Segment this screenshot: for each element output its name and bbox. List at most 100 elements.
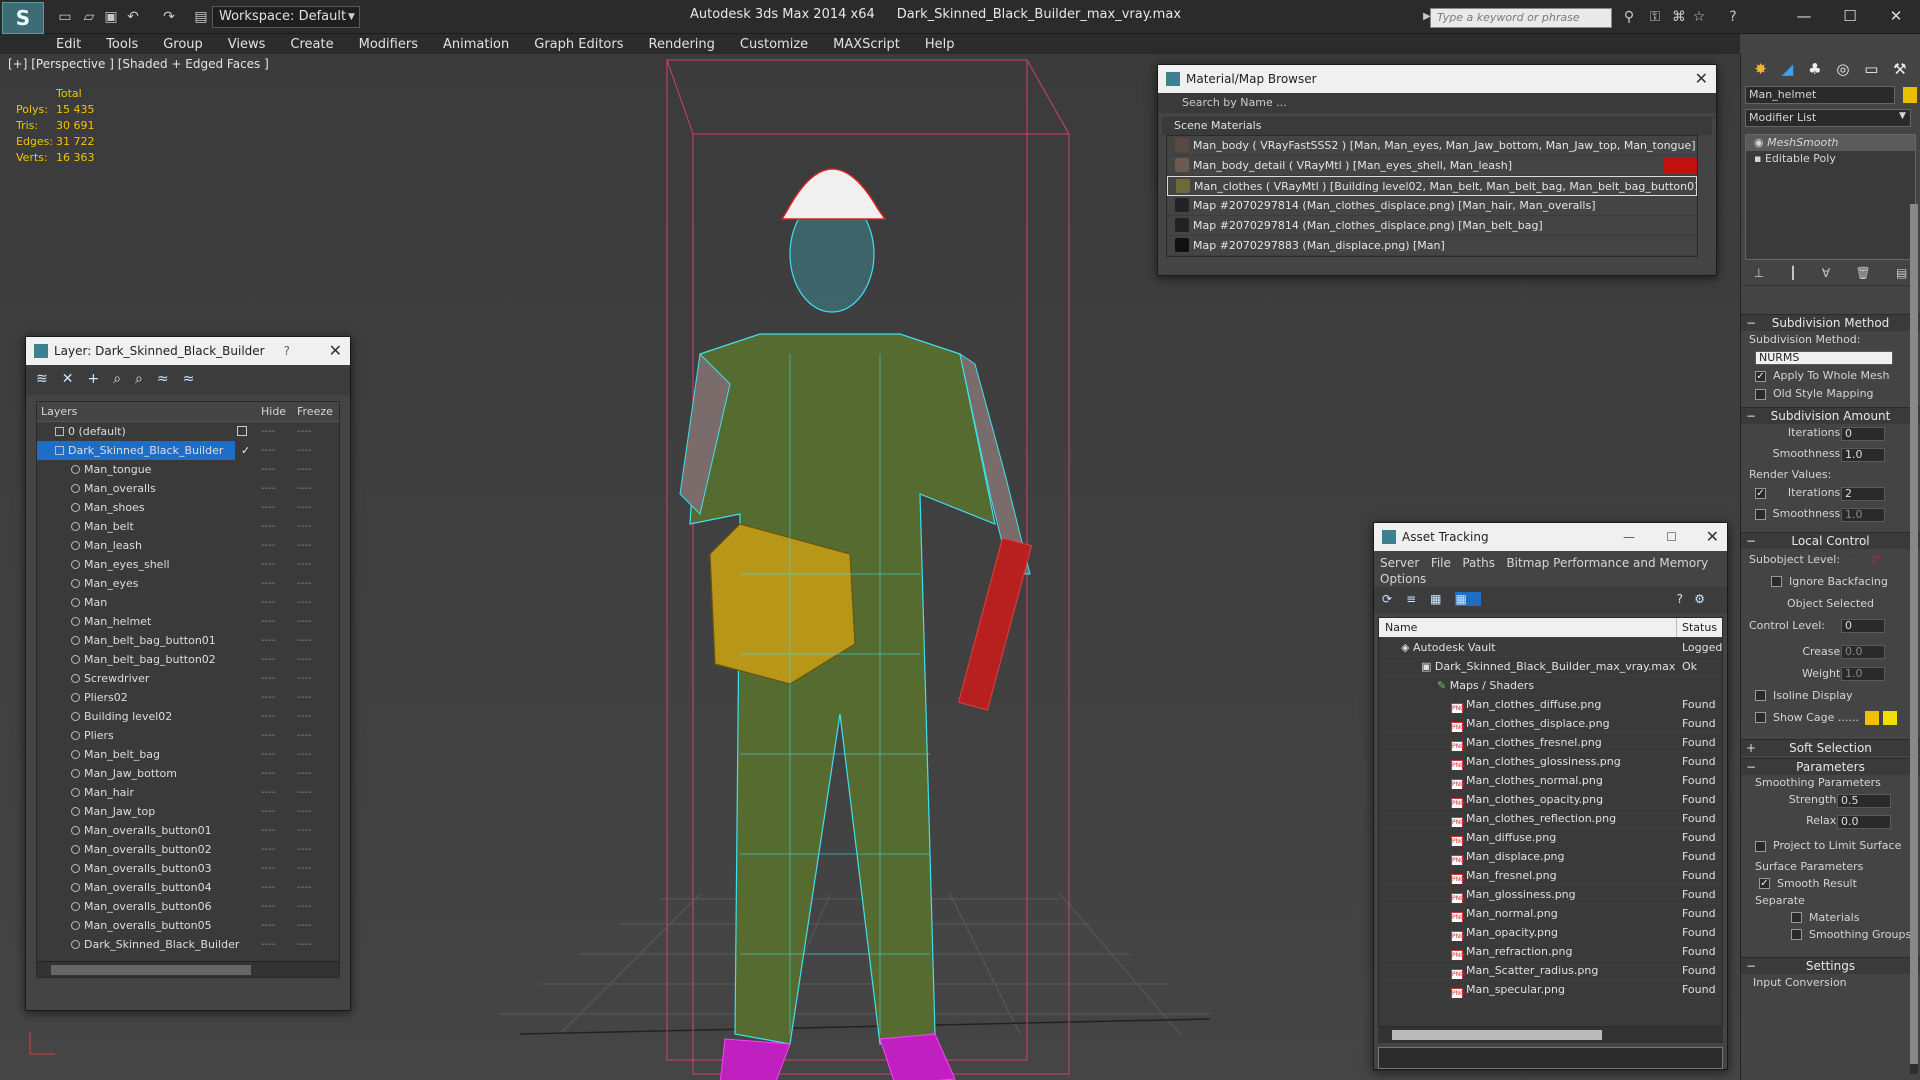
menu-bitmap-performance[interactable]: Bitmap Performance and Memory: [1506, 556, 1708, 570]
horizontal-scrollbar[interactable]: [37, 961, 339, 977]
hide-toggle[interactable]: ----: [261, 726, 275, 745]
table-row[interactable]: PNGMan_displace.png Found: [1379, 847, 1722, 866]
modifier-item[interactable]: ◉ MeshSmooth: [1746, 135, 1915, 151]
hide-toggle[interactable]: ----: [261, 745, 275, 764]
hide-toggle[interactable]: ----: [261, 669, 275, 688]
select-in-layer-icon[interactable]: ⌕: [113, 371, 135, 387]
refresh-icon[interactable]: ⟳: [1382, 592, 1406, 606]
chevron-down-icon[interactable]: ▼: [1899, 111, 1906, 121]
asset-path-field[interactable]: [1378, 1047, 1723, 1069]
expand-icon[interactable]: ▪: [1754, 152, 1765, 165]
layer-object-row[interactable]: Man_leash ---- ----: [37, 536, 339, 555]
menu-help[interactable]: Help: [925, 37, 955, 52]
freeze-toggle[interactable]: ----: [297, 498, 311, 517]
hide-toggle[interactable]: ----: [261, 517, 275, 536]
hide-toggle[interactable]: ----: [261, 460, 275, 479]
edge-level-icon[interactable]: ◸: [1873, 549, 1881, 571]
menu-modifiers[interactable]: Modifiers: [359, 37, 418, 52]
freeze-toggle[interactable]: ----: [297, 935, 311, 954]
add-to-layer-icon[interactable]: +: [87, 371, 113, 387]
menu-graph-editors[interactable]: Graph Editors: [534, 37, 623, 52]
layer-object-row[interactable]: Man_shoes ---- ----: [37, 498, 339, 517]
hide-toggle[interactable]: ----: [261, 802, 275, 821]
close-icon[interactable]: ✕: [329, 337, 342, 365]
open-file-icon[interactable]: ▱: [80, 8, 98, 26]
menu-maxscript[interactable]: MAXScript: [833, 37, 900, 52]
layer-object-row[interactable]: Pliers02 ---- ----: [37, 688, 339, 707]
hide-toggle[interactable]: ----: [261, 688, 275, 707]
modifier-list-dropdown[interactable]: Modifier List: [1745, 109, 1911, 127]
control-level-spinner[interactable]: 0: [1841, 619, 1885, 633]
menu-create[interactable]: Create: [290, 37, 333, 52]
render-iterations-checkbox[interactable]: ✓: [1755, 488, 1766, 499]
layer-default[interactable]: 0 (default) ---- ----: [37, 422, 339, 441]
table-row[interactable]: PNGMan_refraction.png Found: [1379, 942, 1722, 961]
rollout-header[interactable]: − Local Control: [1741, 532, 1920, 549]
menu-options[interactable]: Options: [1380, 572, 1426, 586]
separate-materials-checkbox[interactable]: [1791, 912, 1802, 923]
smooth-result-checkbox[interactable]: ✓: [1759, 878, 1770, 889]
table-row[interactable]: PNGMan_clothes_normal.png Found: [1379, 771, 1722, 790]
hide-toggle[interactable]: ----: [261, 821, 275, 840]
layer-object-row[interactable]: Man_belt_bag_button02 ---- ----: [37, 650, 339, 669]
hide-toggle[interactable]: ----: [261, 840, 275, 859]
layer-object-row[interactable]: Man_helmet ---- ----: [37, 612, 339, 631]
freeze-toggle[interactable]: ----: [297, 707, 311, 726]
table-row[interactable]: PNGMan_clothes_opacity.png Found: [1379, 790, 1722, 809]
smoothness-spinner[interactable]: 1.0: [1841, 448, 1885, 462]
relax-spinner[interactable]: 0.0: [1837, 815, 1891, 829]
minimize-button[interactable]: —: [1623, 523, 1635, 551]
crease-spinner[interactable]: 0.0: [1841, 645, 1885, 659]
old-style-checkbox[interactable]: [1755, 389, 1766, 400]
hide-toggle[interactable]: ----: [261, 783, 275, 802]
project-checkbox[interactable]: [1755, 841, 1766, 852]
layer-object-row[interactable]: Screwdriver ---- ----: [37, 669, 339, 688]
layer-object-row[interactable]: Man_belt_bag ---- ----: [37, 745, 339, 764]
table-row[interactable]: PNGMan_clothes_diffuse.png Found: [1379, 695, 1722, 714]
table-row[interactable]: PNGMan_fresnel.png Found: [1379, 866, 1722, 885]
freeze-toggle[interactable]: ----: [297, 441, 311, 460]
table-row[interactable]: PNGMan_clothes_displace.png Found: [1379, 714, 1722, 733]
list-item[interactable]: Man_body ( VRayFastSSS2 ) [Man, Man_eyes…: [1167, 136, 1697, 156]
apply-whole-checkbox[interactable]: ✓: [1755, 371, 1766, 382]
modifier-item[interactable]: ▪ Editable Poly: [1746, 151, 1915, 167]
layer-object-row[interactable]: Man_eyes ---- ----: [37, 574, 339, 593]
freeze-toggle[interactable]: ----: [297, 745, 311, 764]
col-freeze[interactable]: Freeze: [297, 402, 333, 422]
rollout-header[interactable]: − Settings: [1741, 957, 1920, 974]
layer-object-row[interactable]: Man_overalls_button02 ---- ----: [37, 840, 339, 859]
freeze-toggle[interactable]: ----: [297, 479, 311, 498]
new-layer-icon[interactable]: ≋: [36, 371, 62, 387]
rollout-header[interactable]: − Subdivision Amount: [1741, 407, 1920, 424]
maximize-button[interactable]: ☐: [1836, 4, 1864, 28]
material-search-input[interactable]: Search by Name ...: [1158, 93, 1716, 113]
current-layer-checkbox[interactable]: [237, 426, 247, 436]
ignore-backfacing-checkbox[interactable]: [1771, 576, 1782, 587]
freeze-toggle[interactable]: ----: [297, 669, 311, 688]
freeze-toggle[interactable]: ----: [297, 460, 311, 479]
layer-object-row[interactable]: Man_overalls_button01 ---- ----: [37, 821, 339, 840]
scrollbar-thumb[interactable]: [1392, 1030, 1602, 1040]
hide-toggle[interactable]: ----: [261, 935, 275, 954]
layer-object-row[interactable]: Man_overalls_button05 ---- ----: [37, 916, 339, 935]
scrollbar-thumb[interactable]: [51, 965, 251, 975]
freeze-toggle[interactable]: ----: [297, 422, 311, 441]
panel-scrollbar[interactable]: [1910, 204, 1918, 1074]
menu-paths[interactable]: Paths: [1462, 556, 1495, 570]
menu-animation[interactable]: Animation: [443, 37, 509, 52]
freeze-toggle[interactable]: ----: [297, 916, 311, 935]
freeze-toggle[interactable]: ----: [297, 536, 311, 555]
scrollbar-thumb[interactable]: [1910, 204, 1918, 1064]
close-icon[interactable]: ✕: [1706, 523, 1719, 551]
hide-toggle[interactable]: ----: [261, 707, 275, 726]
freeze-toggle[interactable]: ----: [297, 612, 311, 631]
modify-tab-icon[interactable]: ◢: [1782, 60, 1794, 78]
freeze-all-icon[interactable]: ≈: [183, 371, 209, 387]
undo-icon[interactable]: ↶: [124, 8, 142, 26]
highlight-layer-icon[interactable]: ⌕: [135, 371, 157, 387]
menu-rendering[interactable]: Rendering: [649, 37, 715, 52]
settings-icon[interactable]: ⚙: [1694, 592, 1719, 606]
hide-toggle[interactable]: ----: [261, 764, 275, 783]
project-folder-icon[interactable]: ▤: [192, 8, 210, 26]
list-item[interactable]: Man_body_detail ( VRayMtl ) [Man_eyes_sh…: [1167, 156, 1697, 176]
